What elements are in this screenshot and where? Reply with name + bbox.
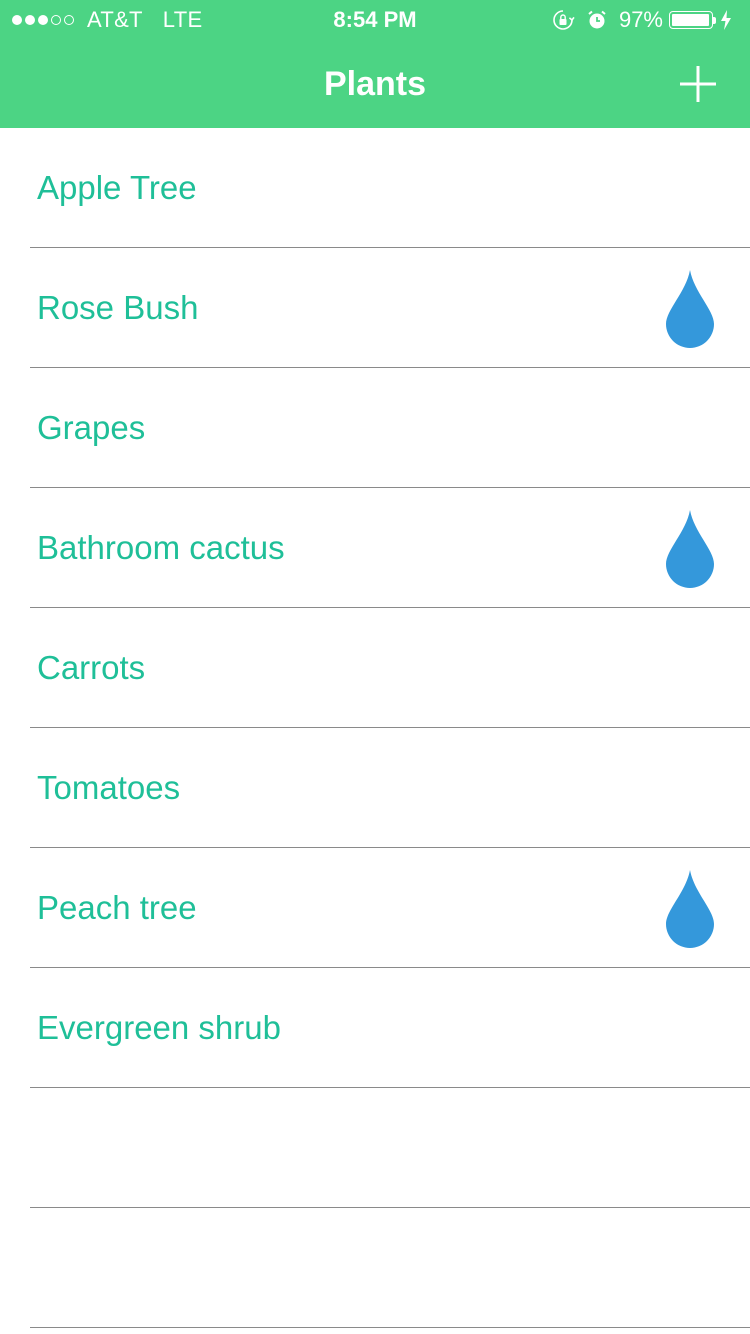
plant-row[interactable]: Grapes — [0, 368, 750, 488]
plant-row[interactable]: Evergreen shrub — [0, 968, 750, 1088]
plant-row[interactable]: Peach tree — [0, 848, 750, 968]
battery-percent-label: 97% — [618, 7, 663, 32]
plant-row[interactable]: Carrots — [0, 608, 750, 728]
battery-level-fill — [672, 14, 709, 26]
plant-list: Apple Tree Rose Bush Grapes Bathroom cactus… — [0, 128, 750, 1328]
plant-name: Apple Tree — [37, 169, 197, 206]
plant-row[interactable] — [0, 1088, 750, 1208]
header: AT&T LTE 8:54 PM 97% Plants — [0, 0, 750, 128]
status-bar: AT&T LTE 8:54 PM 97% — [0, 0, 750, 40]
charging-bolt-icon — [720, 10, 732, 30]
water-drop-icon — [664, 868, 716, 948]
battery-icon — [669, 11, 713, 29]
nav-bar: Plants — [0, 40, 750, 128]
plant-name: Evergreen shrub — [37, 1009, 281, 1046]
plus-icon — [680, 66, 716, 102]
alarm-icon — [585, 8, 609, 32]
battery-nub — [713, 16, 716, 24]
water-drop-icon — [664, 508, 716, 588]
plant-name: Carrots — [37, 649, 146, 686]
rotation-lock-icon — [551, 8, 575, 32]
plant-row[interactable]: Bathroom cactus — [0, 488, 750, 608]
plant-row[interactable] — [0, 1208, 750, 1328]
plant-name: Peach tree — [37, 889, 197, 926]
plant-row[interactable]: Apple Tree — [0, 128, 750, 248]
page-title: Plants — [323, 65, 427, 103]
plant-name: Bathroom cactus — [37, 529, 285, 566]
plant-row[interactable]: Rose Bush — [0, 248, 750, 368]
plant-name: Rose Bush — [37, 289, 199, 326]
add-plant-button[interactable] — [670, 56, 726, 112]
plants-screen: AT&T LTE 8:54 PM 97% Plants Apple Tree R… — [0, 0, 750, 1334]
status-right: 97% — [551, 0, 732, 40]
water-drop-icon — [664, 268, 716, 348]
plant-name: Grapes — [37, 409, 146, 446]
plant-row[interactable]: Tomatoes — [0, 728, 750, 848]
plant-name: Tomatoes — [37, 769, 181, 806]
